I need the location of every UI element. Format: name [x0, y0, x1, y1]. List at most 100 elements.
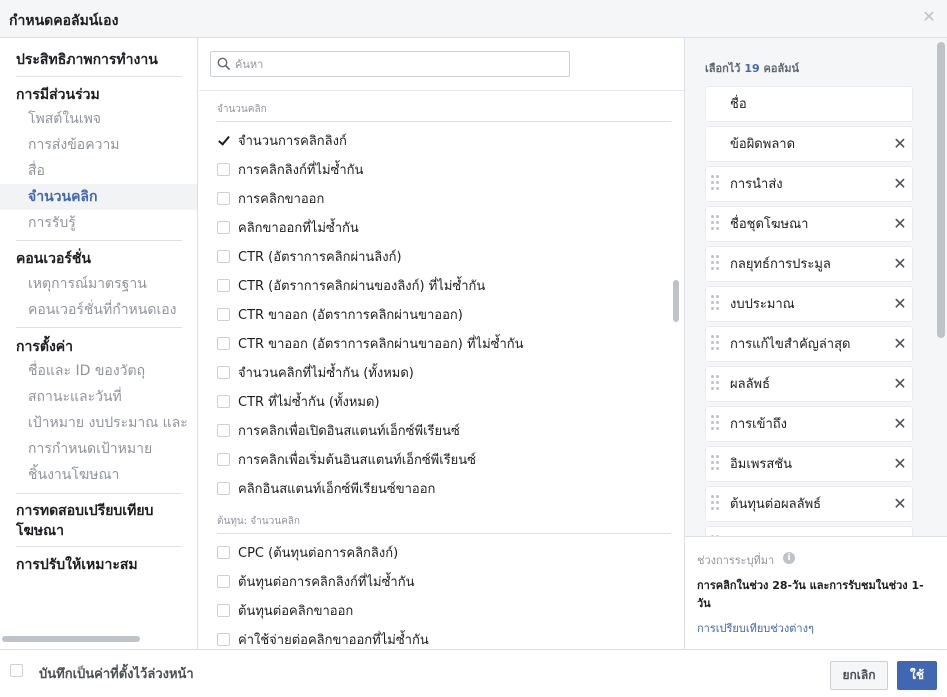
nav-item[interactable]: จำนวนคลิก	[0, 184, 197, 210]
nav-item[interactable]: การกำหนดเป้าหมาย	[0, 436, 197, 462]
remove-icon[interactable]: ✕	[892, 176, 908, 192]
nav-item[interactable]: การส่งข้อความ	[0, 132, 197, 158]
nav-settings[interactable]: การตั้งค่า	[0, 336, 73, 358]
column-option[interactable]: CTR ขาออก (อัตราการคลิกผ่านขาออก) ที่ไม่…	[217, 332, 524, 354]
search-box[interactable]	[210, 51, 570, 77]
checkbox[interactable]	[217, 307, 230, 321]
nav-scrollbar-thumb[interactable]	[2, 636, 140, 642]
drag-handle-icon[interactable]	[711, 215, 721, 233]
drag-handle-icon[interactable]	[711, 255, 721, 273]
checkbox[interactable]	[217, 632, 230, 646]
drag-handle-icon[interactable]	[711, 415, 721, 433]
nav-item[interactable]: การรับรู้	[0, 210, 197, 236]
checkbox[interactable]	[217, 481, 230, 495]
checkbox[interactable]	[217, 574, 230, 588]
remove-icon[interactable]: ✕	[892, 376, 908, 392]
remove-icon[interactable]: ✕	[892, 456, 908, 472]
nav-performance[interactable]: ประสิทธิภาพการทำงาน	[0, 49, 158, 71]
drag-handle-icon[interactable]	[711, 455, 721, 473]
column-option[interactable]: การคลิกขาออก	[217, 187, 324, 209]
column-option[interactable]: การคลิกเพื่อเริ่มต้นอินสแตนท์เอ็กซ์พีเรี…	[217, 448, 476, 470]
selected-column-item[interactable]: การแก้ไขสำคัญล่าสุด ✕	[705, 326, 913, 362]
column-option[interactable]: ต้นทุนต่อคลิกขาออก	[217, 599, 353, 621]
selected-column-label: งบประมาณ	[730, 297, 795, 312]
column-option-label: CTR ขาออก (อัตราการคลิกผ่านขาออก)	[238, 307, 463, 323]
apply-button[interactable]: ใช้	[897, 661, 937, 690]
column-option[interactable]: จำนวนคลิกที่ไม่ซ้ำกัน (ทั้งหมด)	[217, 361, 414, 383]
selected-column-item[interactable]: จำนวนเงิน✕	[705, 526, 913, 536]
nav-item[interactable]: สื่อ	[0, 158, 197, 184]
nav-split-test[interactable]: การทดสอบเปรียบเทียบ โฆษณา	[0, 501, 153, 541]
checkbox[interactable]	[217, 423, 230, 437]
drag-handle-icon[interactable]	[711, 175, 721, 193]
nav-item[interactable]: คอนเวอร์ชั่นที่กำหนดเอง	[0, 297, 197, 323]
selected-column-item[interactable]: ต้นทุนต่อผลลัพธ์ ✕	[705, 486, 913, 522]
nav-item[interactable]: ชื่อและ ID ของวัตถุ	[0, 358, 197, 384]
checked-checkbox[interactable]	[217, 133, 230, 147]
nav-item[interactable]: สถานะและวันที่	[0, 384, 197, 410]
checkbox[interactable]	[217, 162, 230, 176]
column-option[interactable]: CTR (อัตราการคลิกผ่านของลิงก์) ที่ไม่ซ้ำ…	[217, 274, 485, 296]
selected-column-item[interactable]: อิมเพรสชัน ✕	[705, 446, 913, 482]
checkbox[interactable]	[217, 336, 230, 350]
selected-column-item[interactable]: ชื่อ	[705, 86, 913, 122]
column-option[interactable]: CPC (ต้นทุนต่อการคลิกลิงก์)	[217, 541, 398, 563]
nav-engagement[interactable]: การมีส่วนร่วม	[0, 84, 100, 106]
selected-column-item[interactable]: ผลลัพธ์ ✕	[705, 366, 913, 402]
save-default-checkbox[interactable]	[10, 664, 23, 677]
nav-item[interactable]: เหตุการณ์มาตรฐาน	[0, 271, 197, 297]
drag-handle-icon[interactable]	[711, 375, 721, 393]
info-icon[interactable]: i	[783, 552, 795, 564]
remove-icon[interactable]: ✕	[892, 336, 908, 352]
selected-column-item[interactable]: การนำส่ง ✕	[705, 166, 913, 202]
selected-column-item[interactable]: กลยุทธ์การประมูล ✕	[705, 246, 913, 282]
checkbox[interactable]	[217, 278, 230, 292]
column-option[interactable]: การคลิกลิงก์ที่ไม่ซ้ำกัน	[217, 158, 363, 180]
checkbox[interactable]	[217, 452, 230, 466]
drag-handle-icon[interactable]	[711, 495, 721, 513]
cancel-button[interactable]: ยกเลิก	[830, 661, 888, 690]
column-option[interactable]: CTR ที่ไม่ซ้ำกัน (ทั้งหมด)	[217, 390, 380, 412]
search-icon	[217, 57, 231, 71]
checkbox[interactable]	[217, 365, 230, 379]
checkbox[interactable]	[217, 220, 230, 234]
columns-scrollbar[interactable]	[673, 280, 679, 322]
checkbox[interactable]	[217, 249, 230, 263]
remove-icon[interactable]: ✕	[892, 256, 908, 272]
column-option[interactable]: การคลิกเพื่อเปิดอินสแตนท์เอ็กซ์พีเรียนซ์	[217, 419, 460, 441]
nav-item[interactable]: ชิ้นงานโฆษณา	[0, 462, 197, 488]
close-icon[interactable]: ✕	[921, 9, 937, 25]
remove-icon[interactable]: ✕	[892, 296, 908, 312]
checkbox[interactable]	[217, 394, 230, 408]
nav-item[interactable]: เป้าหมาย งบประมาณ และ	[0, 410, 197, 436]
search-input[interactable]	[235, 55, 555, 73]
remove-icon[interactable]: ✕	[892, 216, 908, 232]
selected-column-item[interactable]: งบประมาณ ✕	[705, 286, 913, 322]
checkbox[interactable]	[217, 603, 230, 617]
compare-windows-link[interactable]: การเปรียบเทียบช่วงต่างๆ	[697, 619, 814, 637]
selected-scrollbar[interactable]	[937, 42, 945, 338]
remove-icon[interactable]: ✕	[892, 136, 908, 152]
selected-column-item[interactable]: ชื่อชุดโฆษณา ✕	[705, 206, 913, 242]
remove-icon[interactable]: ✕	[892, 416, 908, 432]
column-option[interactable]: จำนวนการคลิกลิงก์	[217, 129, 347, 151]
drag-handle-icon[interactable]	[711, 295, 721, 313]
column-option[interactable]: ต้นทุนต่อการคลิกลิงก์ที่ไม่ซ้ำกัน	[217, 570, 414, 592]
column-option[interactable]: คลิกขาออกที่ไม่ซ้ำกัน	[217, 216, 359, 238]
nav-horizontal-scrollbar[interactable]	[0, 632, 197, 646]
nav-optimization[interactable]: การปรับให้เหมาะสม	[0, 554, 138, 576]
column-option[interactable]: CTR (อัตราการคลิกผ่านลิงก์)	[217, 245, 402, 267]
selected-columns-list: เลือกไว้ 19 คอลัมน์ ชื่อ ข้อผิดพลาด ✕ การนำ…	[685, 38, 935, 536]
column-option[interactable]: CTR ขาออก (อัตราการคลิกผ่านขาออก)	[217, 303, 463, 325]
column-option[interactable]: คลิกอินสแตนท์เอ็กซ์พีเรียนซ์ขาออก	[217, 477, 435, 499]
save-default-label[interactable]: บันทึกเป็นค่าที่ตั้งไว้ล่วงหน้า	[39, 663, 194, 684]
drag-handle-icon[interactable]	[711, 335, 721, 353]
remove-icon[interactable]: ✕	[892, 496, 908, 512]
nav-conversions[interactable]: คอนเวอร์ชั่น	[0, 248, 91, 270]
selected-column-item[interactable]: ข้อผิดพลาด ✕	[705, 126, 913, 162]
selected-column-item[interactable]: การเข้าถึง ✕	[705, 406, 913, 442]
nav-item[interactable]: โพสต์ในเพจ	[0, 106, 197, 132]
checkbox[interactable]	[217, 545, 230, 559]
checkbox[interactable]	[217, 191, 230, 205]
column-option[interactable]: ค่าใช้จ่ายต่อคลิกขาออกที่ไม่ซ้ำกัน	[217, 628, 429, 649]
